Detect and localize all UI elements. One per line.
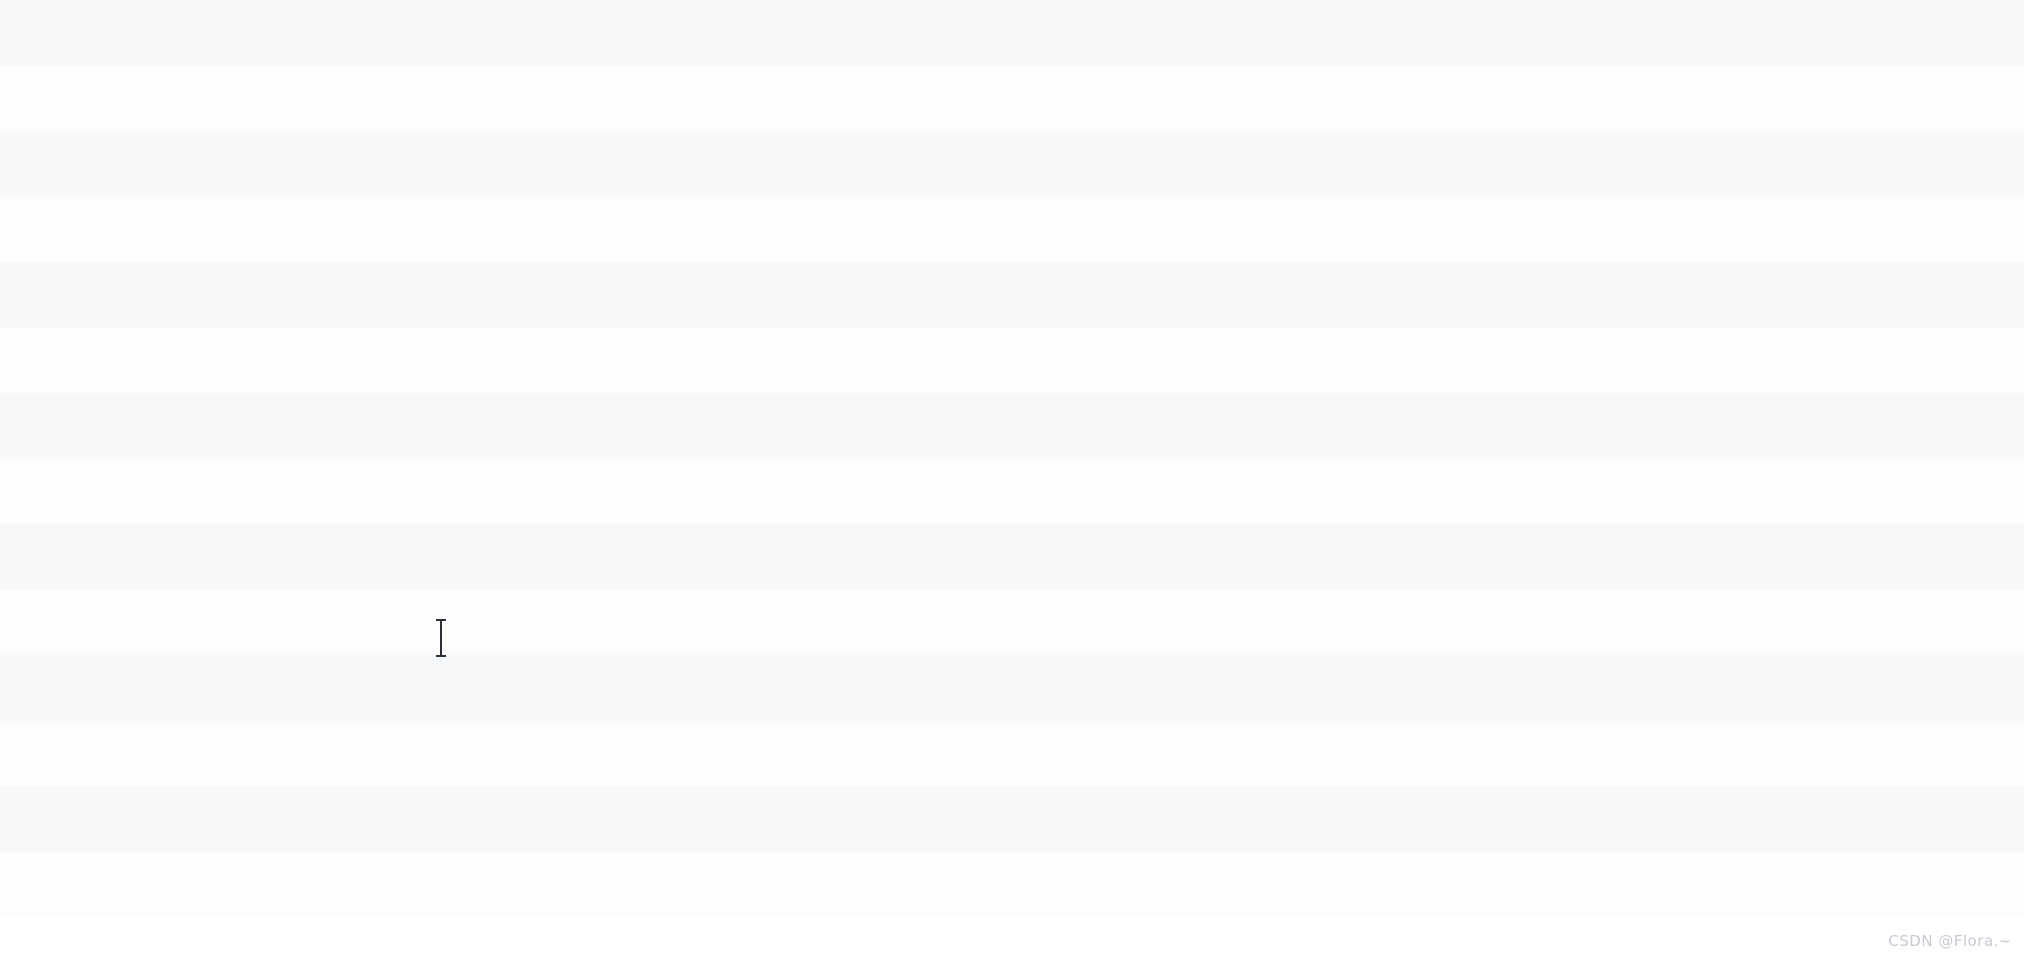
code-line-6[interactable]: public class MethodExporterAspect { [0, 327, 2024, 393]
watermark-csdn: CSDN @Flora.~ [1888, 932, 2012, 950]
code-screenshot: //关键代码1：说明当前对象是一个切面 @Aspect //关键代码2：@Com… [0, 0, 2024, 956]
code-line-3[interactable]: //关键代码2：@Component允许在Spring IOC对当前对象实例化并… [0, 131, 2024, 197]
code-line-2[interactable]: @Aspect [0, 65, 2024, 131]
code-line-1[interactable]: //关键代码1：说明当前对象是一个切面 [0, 0, 2024, 66]
code-line-11[interactable]: long st = new Date().getTime(); [0, 655, 2024, 721]
code-line-12[interactable]: //执行目标方法，获取方法返回值 [0, 720, 2024, 786]
code-line-8[interactable]: //@Around环绕通知，最强大的通知类型，可以控制方法入参、执行、返回结果等… [0, 458, 2024, 524]
code-line-10[interactable]: public Object methodExporter(ProceedingJ… [0, 589, 2024, 655]
code-line-9[interactable]: @Around("@annotation(com.itlaoqi.aopanno… [0, 524, 2024, 590]
code-line-4[interactable]: @Component [0, 196, 2024, 262]
code-line-13[interactable]: Object proceed = joinPoint.proceed(); [0, 786, 2024, 852]
code-line-7[interactable]: //关键代码3：说明切面的作用范围，任何增加@MethodExporter的目标… [0, 393, 2024, 459]
code-line-5[interactable]: @Slf4j [0, 262, 2024, 328]
code-line-14[interactable]: long et = new Date().getTime(); [0, 851, 2024, 917]
